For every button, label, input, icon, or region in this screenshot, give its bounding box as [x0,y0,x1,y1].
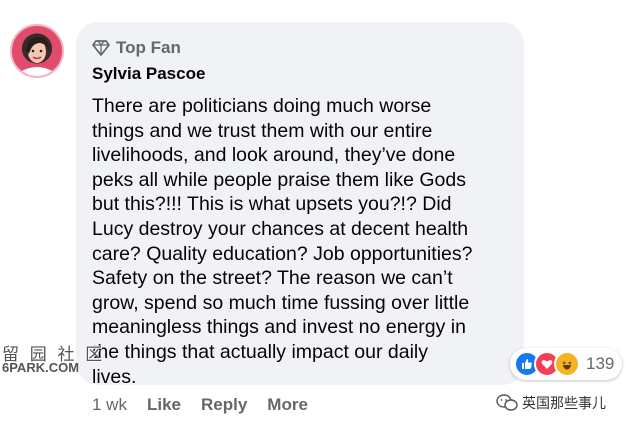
author-name[interactable]: Sylvia Pascoe [92,64,205,84]
author-avatar[interactable] [10,24,64,78]
wechat-account-name: 英国那些事儿 [522,395,606,411]
wechat-icon [496,394,518,411]
more-button[interactable]: More [267,395,308,415]
reaction-summary[interactable]: 139 [510,348,623,380]
comment-timestamp[interactable]: 1 wk [92,395,127,415]
comment-actions: 1 wk Like Reply More [92,395,308,415]
reply-button[interactable]: Reply [201,395,247,415]
wechat-watermark: 英国那些事儿 [496,393,606,413]
top-fan-badge[interactable]: Top Fan [92,38,181,58]
haha-icon [554,351,580,377]
reaction-count: 139 [586,354,615,373]
avatar-illustration [20,36,54,76]
comment-text: There are politicians doing much worse t… [92,95,473,388]
like-button[interactable]: Like [147,395,181,415]
watermark-domain: 6PARK.COM [2,360,80,375]
diamond-icon [92,40,110,56]
badge-label: Top Fan [116,38,181,57]
